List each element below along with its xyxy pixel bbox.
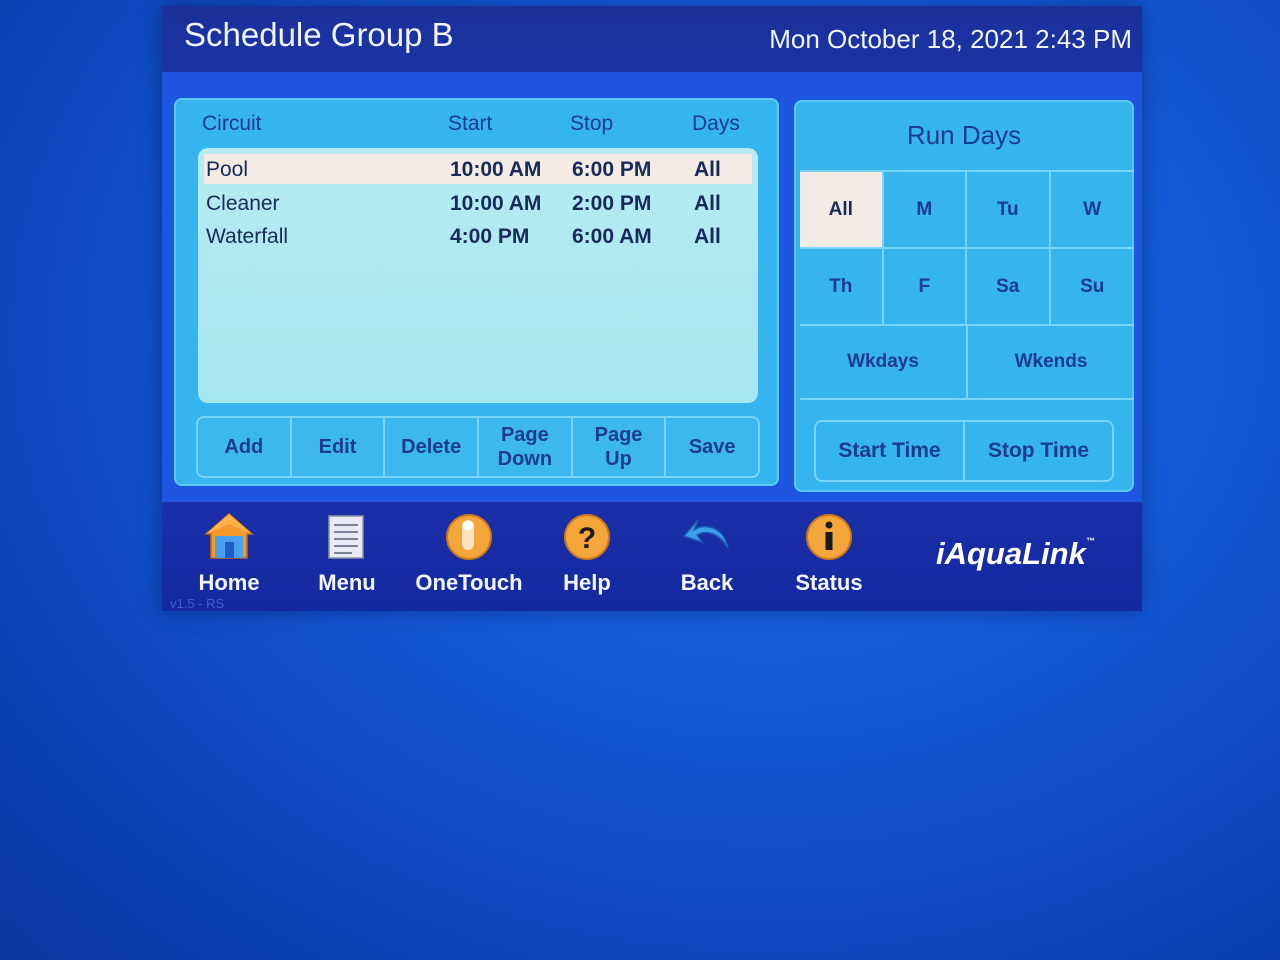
page-down-button[interactable]: Page Down [479, 418, 573, 476]
info-icon [806, 514, 852, 560]
column-header-start: Start [448, 112, 493, 135]
content-area: Circuit Start Stop Days Pool 10:00 AM 6:… [162, 72, 1142, 502]
circuit-name: Pool [206, 158, 249, 181]
nav-label: Back [680, 570, 734, 595]
day-grid: All M Tu W Th F Sa Su [800, 170, 1134, 324]
start-time: 10:00 AM [450, 192, 542, 215]
start-time-button[interactable]: Start Time [816, 422, 965, 480]
page-title: Schedule Group B [184, 16, 454, 53]
delete-button[interactable]: Delete [385, 418, 480, 476]
column-header-stop: Stop [570, 112, 614, 135]
stop-time: 6:00 AM [572, 225, 652, 248]
nav-label: OneTouch [415, 570, 523, 595]
page-up-button[interactable]: Page Up [573, 418, 667, 476]
run-days-title: Run Days [906, 120, 1022, 150]
nav-back[interactable]: Back [652, 510, 762, 596]
date-time-display: Mon October 18, 2021 2:43 PM [769, 24, 1132, 54]
schedule-panel: Circuit Start Stop Days Pool 10:00 AM 6:… [174, 98, 779, 486]
menu-list-icon [328, 515, 364, 559]
day-button-sunday[interactable]: Su [1050, 247, 1134, 324]
start-time: 10:00 AM [450, 158, 542, 181]
edit-button[interactable]: Edit [292, 418, 386, 476]
day-button-all[interactable]: All [800, 170, 884, 247]
start-time: 4:00 PM [450, 225, 530, 248]
run-days: All [694, 225, 721, 248]
nav-label: Home [198, 570, 260, 595]
day-button-saturday[interactable]: Sa [967, 247, 1051, 324]
day-button-wednesday[interactable]: W [1050, 170, 1134, 247]
nav-label: Help [563, 570, 611, 595]
nav-menu[interactable]: Menu [292, 510, 402, 596]
save-button[interactable]: Save [666, 418, 758, 476]
nav-help[interactable]: ? Help [532, 510, 642, 596]
time-button-row: Start Time Stop Time [814, 420, 1114, 482]
schedule-row-pool[interactable]: Pool 10:00 AM 6:00 PM All [204, 154, 752, 184]
weekdays-button[interactable]: Wkdays [800, 326, 968, 398]
stop-time: 2:00 PM [572, 192, 652, 215]
help-question-icon: ? [564, 514, 610, 560]
circuit-name: Waterfall [206, 225, 289, 248]
circuit-name: Cleaner [206, 192, 280, 215]
add-button[interactable]: Add [198, 418, 292, 476]
bottom-nav-bar: Home Menu OneTouch ? Help Back Status iA… [162, 502, 1142, 611]
nav-label: Menu [318, 570, 376, 595]
nav-label: Status [795, 570, 863, 595]
brand-logo: iAquaLink™ [936, 536, 1095, 572]
schedule-row-cleaner[interactable]: Cleaner 10:00 AM 2:00 PM All [204, 188, 752, 218]
day-button-monday[interactable]: M [883, 170, 967, 247]
column-header-circuit: Circuit [202, 112, 262, 135]
finger-touch-icon [446, 514, 492, 560]
house-icon [203, 513, 255, 559]
aqualink-screen: Schedule Group B Mon October 18, 2021 2:… [162, 6, 1142, 611]
stop-time-button[interactable]: Stop Time [965, 422, 1112, 480]
run-days-panel: Run Days All M Tu W Th F Sa Su Wkdays Wk… [794, 100, 1134, 492]
day-group-row: Wkdays Wkends [800, 324, 1134, 400]
run-days: All [694, 158, 721, 181]
day-button-thursday[interactable]: Th [800, 247, 884, 324]
schedule-row-waterfall[interactable]: Waterfall 4:00 PM 6:00 AM All [204, 221, 752, 251]
day-button-tuesday[interactable]: Tu [967, 170, 1051, 247]
brand-trademark: ™ [1085, 536, 1095, 546]
weekends-button[interactable]: Wkends [968, 326, 1134, 398]
top-bar: Schedule Group B Mon October 18, 2021 2:… [162, 6, 1142, 72]
nav-onetouch[interactable]: OneTouch [414, 510, 524, 596]
brand-name: iAquaLink [936, 536, 1086, 571]
svg-text:?: ? [578, 522, 596, 555]
run-days: All [694, 192, 721, 215]
back-arrow-icon [682, 519, 729, 549]
column-header-days: Days [692, 112, 740, 135]
version-label: v1.5 - RS [170, 596, 225, 611]
nav-status[interactable]: Status [774, 510, 884, 596]
nav-home[interactable]: Home [174, 510, 284, 596]
day-button-friday[interactable]: F [883, 247, 967, 324]
schedule-action-bar: Add Edit Delete Page Down Page Up Save [196, 416, 760, 478]
stop-time: 6:00 PM [572, 158, 652, 181]
schedule-list[interactable]: Pool 10:00 AM 6:00 PM All Cleaner 10:00 … [198, 148, 758, 403]
